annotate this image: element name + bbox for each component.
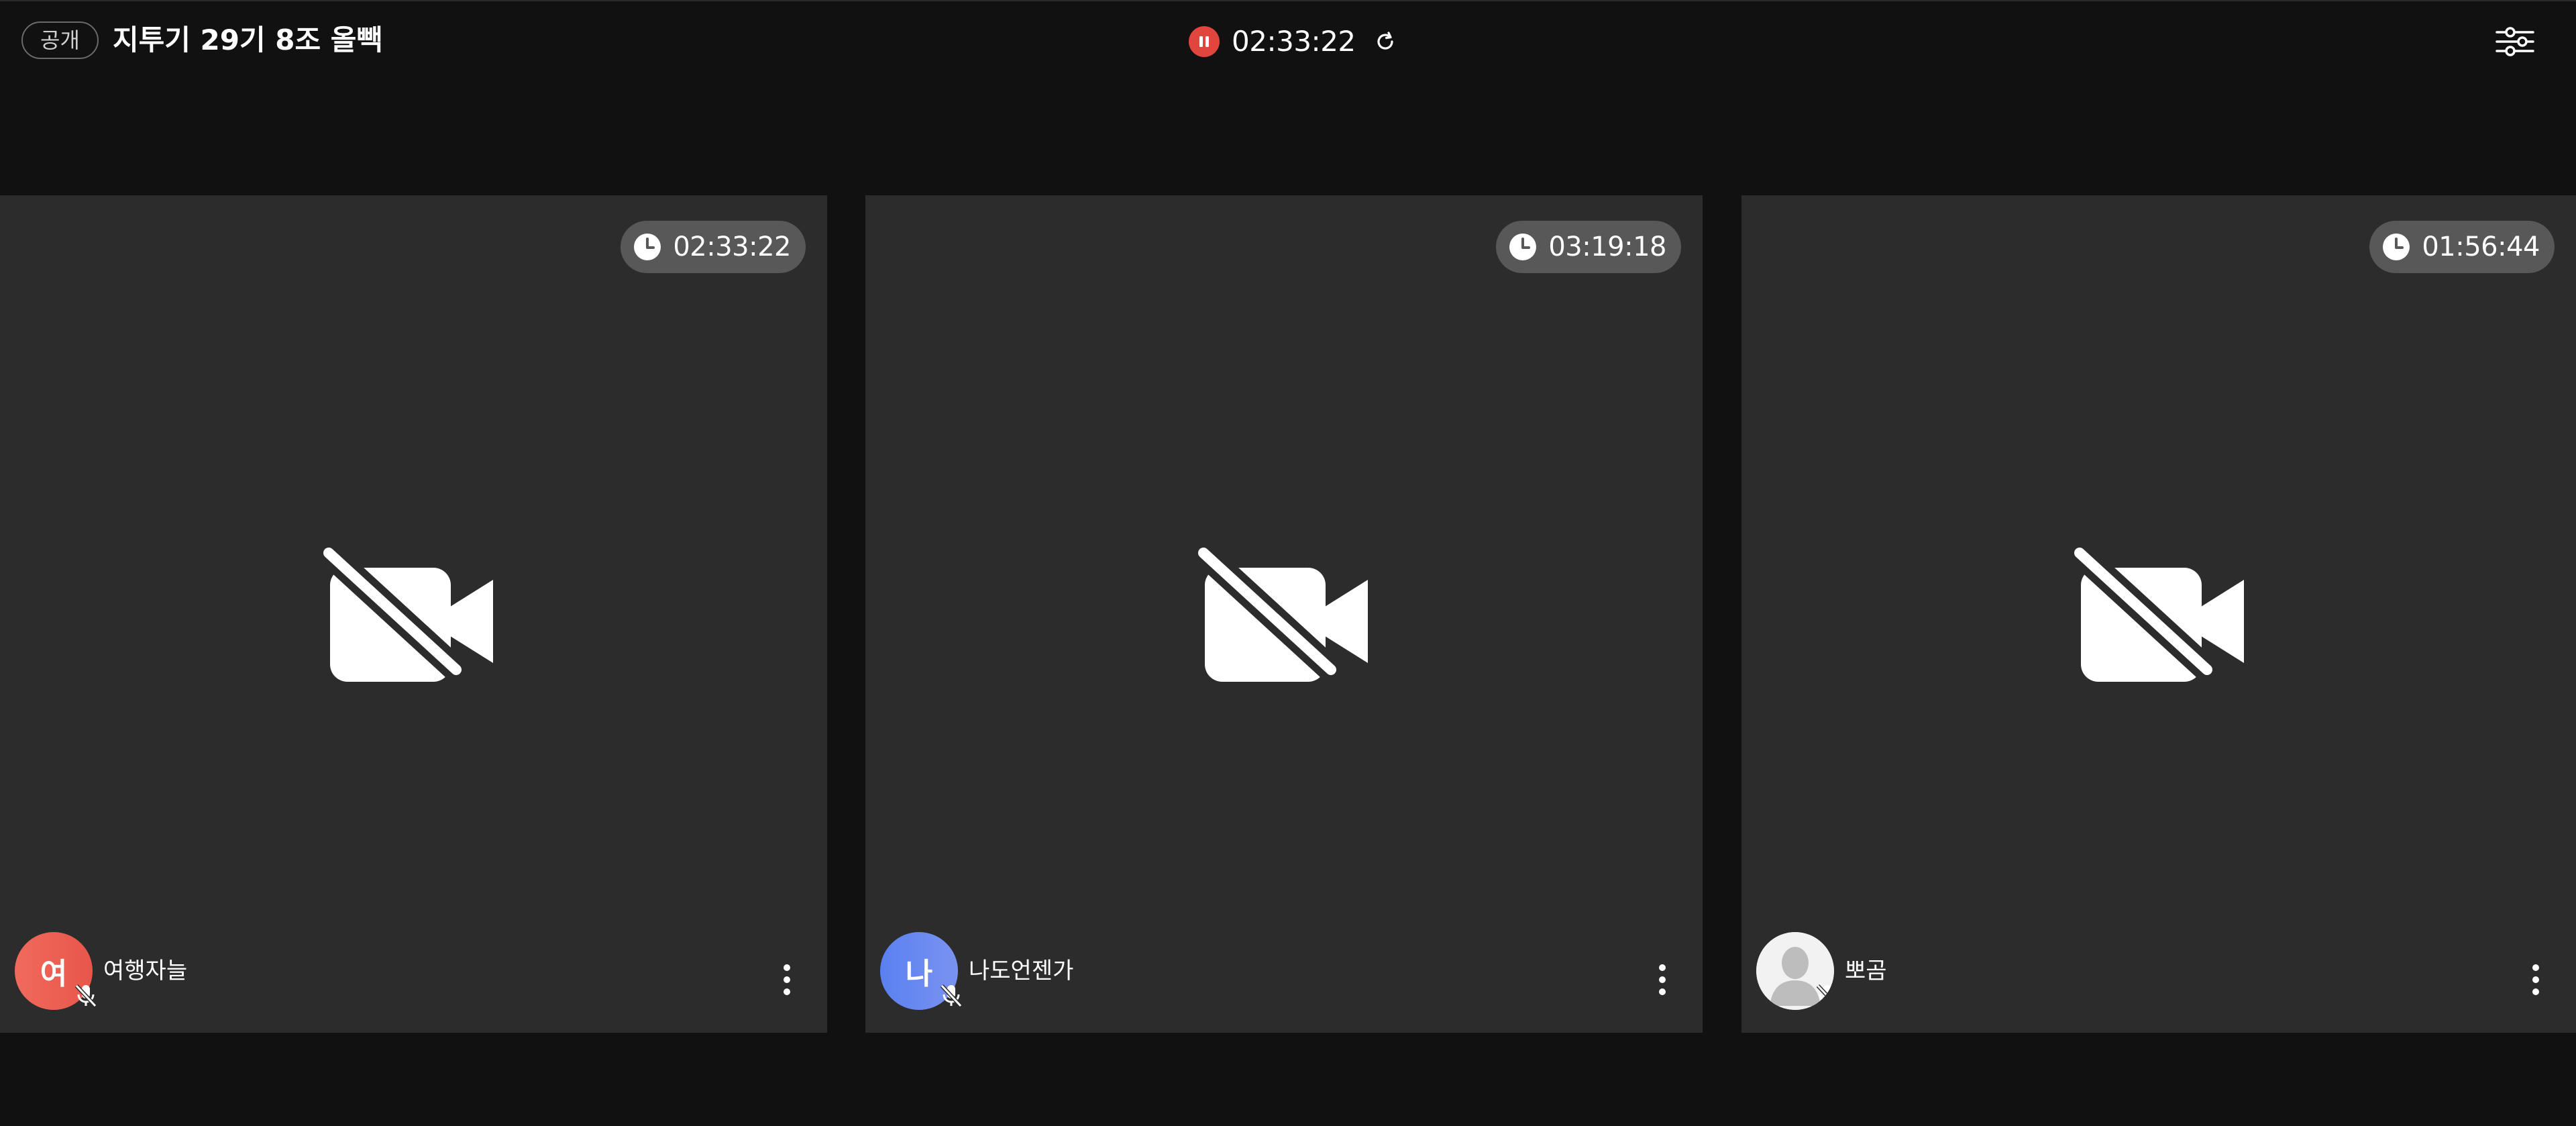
settings-button[interactable] (2494, 23, 2536, 60)
sliders-icon (2496, 27, 2534, 56)
pause-icon (1199, 36, 1209, 47)
mic-off-icon (1814, 982, 1834, 1009)
session-timer-group: 02:33:22 (1189, 23, 1401, 60)
mic-off-icon (938, 982, 965, 1009)
refresh-button[interactable] (1369, 25, 1401, 58)
clock-icon (633, 232, 662, 262)
participant-tile[interactable]: 01:56:44 뽀곰 (1741, 195, 2576, 1033)
refresh-icon (1377, 32, 1393, 50)
clock-icon (1508, 232, 1538, 262)
pause-button[interactable] (1189, 26, 1220, 57)
participant-timer-text: 03:19:18 (1548, 232, 1666, 262)
study-room-page: 공개 지투기 29기 8조 올빽 02:33:22 02:33:22 여 여행자… (0, 0, 2576, 1126)
avatar[interactable]: 나 (880, 932, 963, 1010)
session-timer: 02:33:22 (1232, 25, 1356, 58)
participant-tile[interactable]: 03:19:18 나 나도언젠가 (865, 195, 1703, 1033)
mic-off-icon (72, 982, 99, 1009)
participant-timer: 02:33:22 (621, 221, 806, 273)
more-vertical-icon (784, 964, 790, 995)
avatar[interactable] (1756, 932, 1834, 1010)
clock-icon (2381, 232, 2411, 262)
more-vertical-icon (2532, 964, 2539, 995)
avatar[interactable]: 여 (15, 932, 97, 1010)
participant-info: 여 여행자늘 (15, 932, 187, 1010)
avatar-initial: 나 (905, 957, 933, 991)
more-options-button[interactable] (1649, 956, 1676, 1003)
video-off-icon (322, 548, 493, 682)
participant-timer-text: 02:33:22 (673, 232, 791, 262)
participant-name: 나도언젠가 (969, 958, 1074, 984)
top-bar: 공개 지투기 29기 8조 올빽 02:33:22 (0, 1, 2576, 82)
participant-name: 뽀곰 (1845, 958, 1887, 984)
more-options-button[interactable] (2522, 956, 2549, 1003)
participant-name: 여행자늘 (103, 958, 188, 984)
participant-timer-text: 01:56:44 (2422, 232, 2540, 262)
avatar-initial: 여 (40, 957, 68, 991)
visibility-badge: 공개 (21, 21, 99, 59)
participant-tile[interactable]: 02:33:22 여 여행자늘 (0, 195, 827, 1033)
participant-timer: 03:19:18 (1496, 221, 1681, 273)
participant-info: 뽀곰 (1756, 932, 1887, 1010)
video-off-icon (1197, 548, 1368, 682)
video-off-icon (2073, 548, 2244, 682)
participant-info: 나 나도언젠가 (880, 932, 1073, 1010)
participant-timer: 01:56:44 (2369, 221, 2555, 273)
room-title: 지투기 29기 8조 올빽 (113, 23, 383, 56)
more-options-button[interactable] (773, 956, 800, 1003)
more-vertical-icon (1659, 964, 1666, 995)
